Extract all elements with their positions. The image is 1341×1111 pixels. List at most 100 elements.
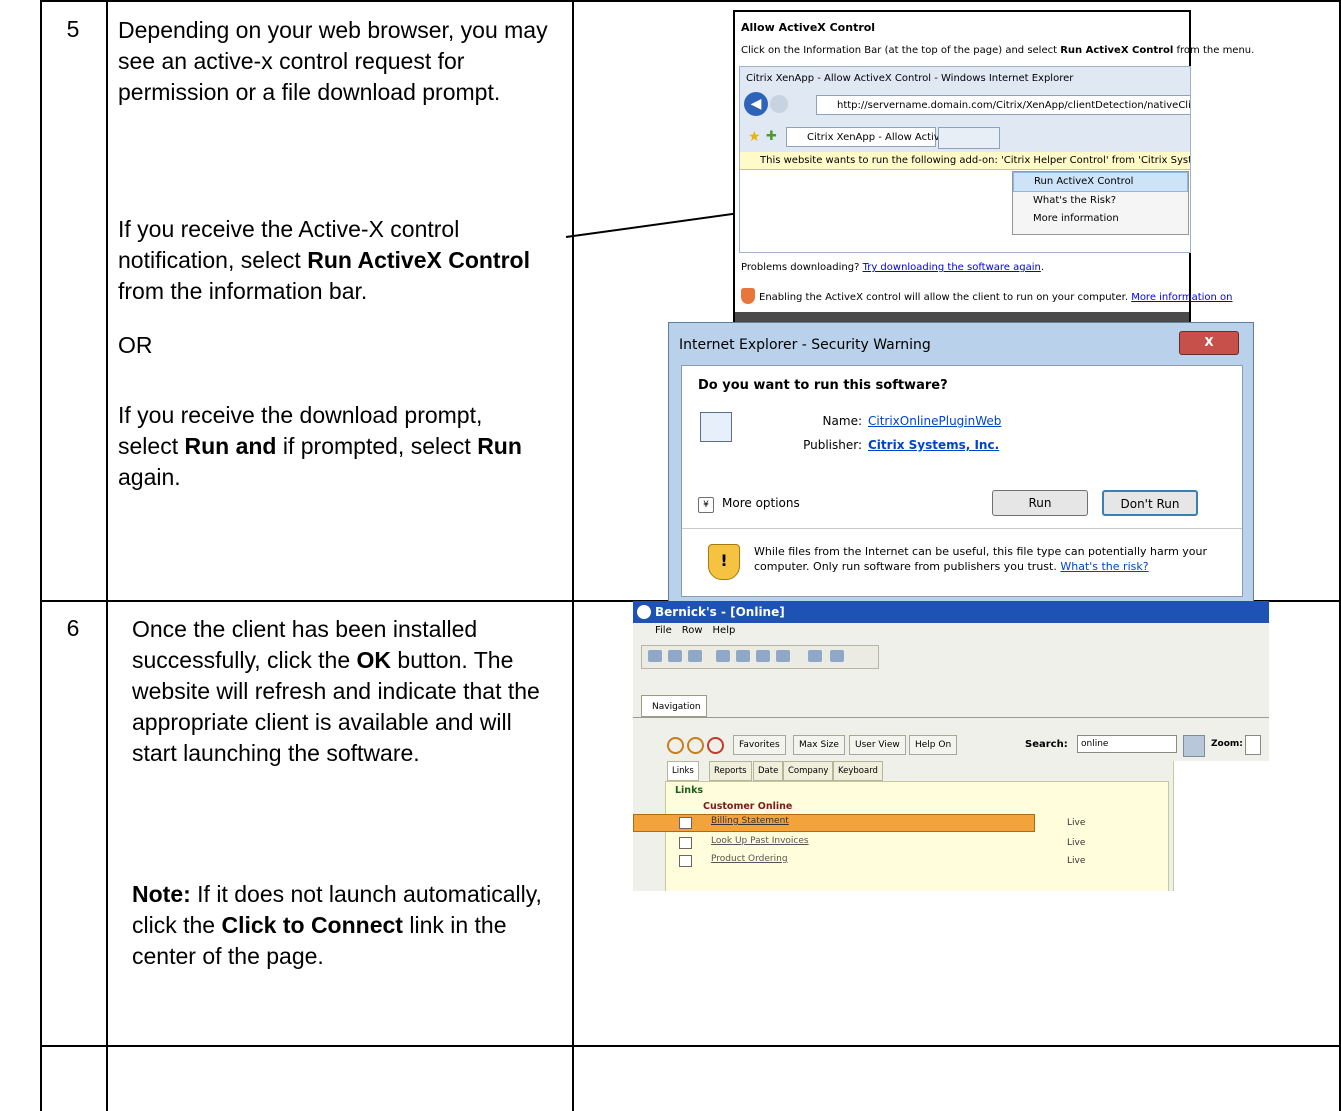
more-options-label: More options [722, 496, 800, 510]
tree-root[interactable]: Links [675, 785, 703, 796]
tab-links[interactable]: Links [667, 761, 699, 781]
address-bar[interactable]: http://servername.domain.com/Citrix/XenA… [816, 95, 1190, 115]
toolbar-icon[interactable] [668, 650, 682, 662]
toolbar [641, 645, 879, 669]
status-live: Live [1067, 838, 1086, 848]
back-icon[interactable]: ◀ [744, 92, 768, 116]
dialog-title: Internet Explorer - Security Warning [679, 337, 931, 353]
menu-item-run-activex[interactable]: Run ActiveX Control [1013, 172, 1188, 192]
browser-tab[interactable]: Citrix XenApp - Allow ActiveX Control [786, 127, 992, 147]
row-checkbox[interactable] [679, 855, 692, 867]
menu-row[interactable]: Row [682, 625, 703, 636]
search-label: Search: [1025, 739, 1068, 750]
enable-text: Enabling the ActiveX control will allow … [741, 292, 1233, 303]
product-ordering-link[interactable]: Product Ordering [711, 854, 788, 864]
search-icon[interactable] [1183, 735, 1205, 757]
step-number: 6 [66, 615, 80, 641]
toolbar-icon[interactable] [648, 650, 662, 662]
activex-instruction: Click on the Information Bar (at the top… [741, 45, 1254, 56]
status-live: Live [1067, 856, 1086, 866]
name-value-link[interactable]: CitrixOnlinePluginWeb [868, 414, 1001, 428]
dialog-question: Do you want to run this software? [698, 378, 948, 393]
first-record-icon[interactable] [716, 650, 730, 662]
app-icon [637, 605, 651, 619]
previous-record-icon[interactable] [736, 650, 750, 662]
max-size-button[interactable]: Max Size [793, 735, 845, 755]
side-panel [1173, 761, 1269, 891]
tab-reports[interactable]: Reports [709, 761, 752, 781]
warning-text: While files from the Internet can be use… [754, 544, 1234, 574]
run-button[interactable]: Run [992, 490, 1088, 516]
help-on-button[interactable]: Help On [909, 735, 958, 755]
tab-keyboard[interactable]: Keyboard [833, 761, 883, 781]
nav-circle-icon[interactable] [667, 737, 684, 754]
add-favorite-icon[interactable]: ✚ [766, 129, 777, 144]
divider [682, 528, 1242, 529]
save-icon[interactable] [688, 650, 702, 662]
whats-the-risk-link[interactable]: What's the risk? [1060, 560, 1148, 573]
more-options-toggle[interactable]: ¥ More options [698, 496, 800, 513]
instruction-text: from the menu. [1173, 45, 1255, 56]
menu-item-more-info[interactable]: More information [1013, 210, 1188, 228]
information-bar[interactable]: This website wants to run the following … [740, 152, 1190, 170]
last-record-icon[interactable] [776, 650, 790, 662]
security-warning-dialog: Internet Explorer - Security Warning X D… [668, 322, 1254, 606]
problems-text: Problems downloading? Try downloading th… [741, 262, 1044, 273]
chevron-down-icon[interactable]: ¥ [698, 497, 714, 513]
ie-window: Citrix XenApp - Allow ActiveX Control - … [739, 66, 1191, 253]
tab-divider [633, 717, 1269, 718]
tab-navigation[interactable]: Navigation [641, 695, 707, 717]
search-input[interactable]: online [1077, 735, 1177, 753]
name-label: Name: [822, 414, 862, 428]
print-icon[interactable] [808, 650, 822, 662]
next-record-icon[interactable] [756, 650, 770, 662]
status-live: Live [1067, 818, 1086, 828]
step-text: Once the client has been installed succe… [132, 614, 552, 769]
more-information-link[interactable]: More information on [1131, 292, 1232, 303]
billing-statement-link[interactable]: Billing Statement [711, 816, 789, 826]
forward-icon[interactable] [770, 95, 788, 113]
dont-run-button[interactable]: Don't Run [1102, 490, 1198, 516]
zoom-label: Zoom: [1211, 739, 1243, 749]
tree-group[interactable]: Customer Online [703, 801, 792, 812]
infobar-menu: Run ActiveX Control What's the Risk? Mor… [1012, 171, 1189, 235]
try-download-link[interactable]: Try downloading the software again [863, 262, 1041, 273]
close-circle-icon[interactable] [707, 737, 724, 754]
favorites-button[interactable]: Favorites [733, 735, 786, 755]
dialog-body: Do you want to run this software? Name: … [681, 365, 1243, 597]
problems-period: . [1040, 262, 1045, 273]
problems-label: Problems downloading? [741, 262, 863, 273]
tab-company[interactable]: Company [783, 761, 834, 781]
tab-date[interactable]: Date [753, 761, 784, 781]
bernicks-app-screenshot: Bernick's - [Online] File Row Help Navigat… [633, 601, 1269, 891]
activex-heading: Allow ActiveX Control [741, 21, 876, 34]
new-tab[interactable] [938, 127, 1000, 149]
instruction-text: Click on the Information Bar (at the top… [741, 45, 1061, 56]
close-button[interactable]: X [1179, 331, 1239, 355]
row-checkbox[interactable] [679, 817, 692, 829]
bold-text: OK [356, 647, 392, 673]
menu-item-risk[interactable]: What's the Risk? [1013, 192, 1188, 210]
warning-shield-icon: ! [708, 544, 740, 580]
instruction-bold: Run ActiveX Control [1060, 45, 1174, 56]
activex-screenshot: Allow ActiveX Control Click on the Infor… [733, 10, 1254, 329]
enable-label: Enabling the ActiveX control will allow … [759, 292, 1132, 303]
menu-bar: File Row Help [633, 625, 745, 636]
zoom-out-button[interactable] [1245, 735, 1261, 755]
favorites-star-icon[interactable]: ★ [748, 129, 761, 145]
row-checkbox[interactable] [679, 837, 692, 849]
menu-help[interactable]: Help [713, 625, 736, 636]
bold-text: Note: [132, 881, 191, 907]
user-view-button[interactable]: User View [849, 735, 906, 755]
exit-icon[interactable] [830, 650, 844, 662]
application-icon [700, 412, 732, 442]
publisher-value-link[interactable]: Citrix Systems, Inc. [868, 438, 999, 452]
bold-text: Click to Connect [221, 912, 403, 938]
publisher-label: Publisher: [803, 438, 862, 452]
ie-window-title: Citrix XenApp - Allow ActiveX Control - … [746, 73, 1074, 84]
menu-file[interactable]: File [655, 625, 672, 636]
past-invoices-link[interactable]: Look Up Past Invoices [711, 836, 809, 846]
selected-row-highlight [633, 814, 1035, 832]
step-text: Note: If it does not launch automaticall… [132, 879, 568, 972]
nav-circle-icon[interactable] [687, 737, 704, 754]
